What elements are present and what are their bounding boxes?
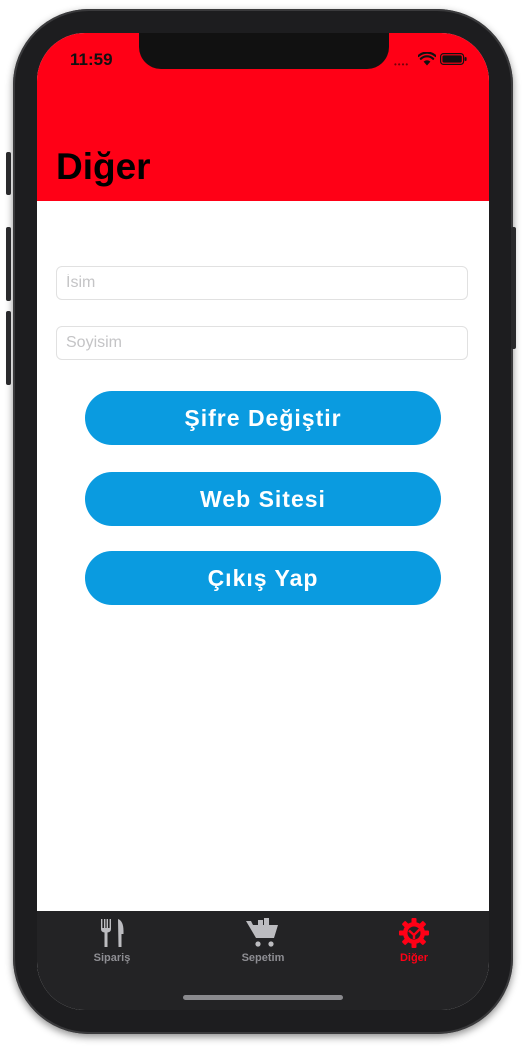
tab-label-siparis: Sipariş <box>93 952 131 964</box>
notch <box>139 33 389 69</box>
app-screen: 11:59 •••• Diğer Şifre Değiştir Web Site… <box>37 33 489 1010</box>
first-name-input[interactable] <box>56 266 468 300</box>
silent-switch <box>6 152 11 195</box>
signal-dots-icon: •••• <box>394 60 410 69</box>
change-password-button[interactable]: Şifre Değiştir <box>85 391 441 445</box>
fork-knife-icon <box>101 919 124 947</box>
tab-diger[interactable]: Diğer <box>354 917 474 967</box>
tab-label-diger: Diğer <box>399 952 429 964</box>
home-indicator <box>183 995 343 1000</box>
logout-button[interactable]: Çıkış Yap <box>85 551 441 605</box>
battery-icon <box>440 53 467 65</box>
tab-bar: Sipariş Sepetim Diğer <box>37 911 489 1010</box>
gear-icon <box>399 918 429 948</box>
power-button <box>511 227 516 349</box>
wifi-icon <box>418 52 436 66</box>
volume-up-button <box>6 227 11 301</box>
cart-icon <box>246 918 278 947</box>
status-time: 11:59 <box>70 50 113 69</box>
page-title: Diğer <box>56 146 151 187</box>
tab-sepetim[interactable]: Sepetim <box>203 917 323 967</box>
volume-down-button <box>6 311 11 385</box>
tab-label-sepetim: Sepetim <box>241 952 285 964</box>
website-button[interactable]: Web Sitesi <box>85 472 441 526</box>
tab-siparis[interactable]: Sipariş <box>52 917 172 967</box>
navigation-header: 11:59 •••• Diğer <box>37 33 489 201</box>
last-name-input[interactable] <box>56 326 468 360</box>
